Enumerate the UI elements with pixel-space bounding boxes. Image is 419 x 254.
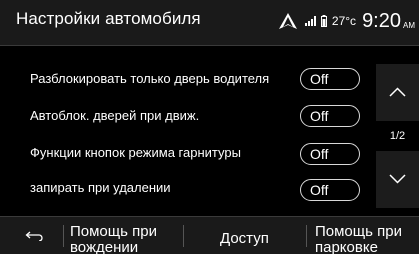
battery-icon (320, 15, 327, 27)
header-bar: Настройки автомобиля 27°c 9:20 AM (0, 0, 419, 46)
toggle-value: Off (310, 146, 329, 162)
toggle-headset-buttons[interactable]: Off (300, 143, 360, 165)
clock-time: 9:20 (362, 9, 401, 32)
toggle-auto-lock[interactable]: Off (300, 105, 360, 127)
divider (306, 225, 307, 247)
toggle-value: Off (310, 182, 329, 198)
driving-help-button[interactable]: Помощь при вождении (70, 224, 180, 254)
page-indicator: 1/2 (389, 130, 406, 142)
divider (63, 225, 64, 247)
status-area: 27°c 9:20 AM (278, 6, 415, 36)
clock-ampm: AM (403, 20, 415, 30)
divider (183, 225, 184, 247)
signal-strength-icon (304, 16, 316, 26)
settings-row-driver-door[interactable]: Разблокировать только дверь водителя Off (0, 60, 372, 98)
scroll-up-button[interactable] (376, 64, 419, 121)
settings-row-label: запирать при удалении (30, 180, 171, 195)
scroll-panel: 1/2 (376, 64, 419, 208)
settings-row-label: Автоблок. дверей при движ. (30, 108, 200, 123)
driving-help-label: Помощь при вождении (70, 224, 157, 254)
access-label: Доступ (220, 231, 269, 247)
chevron-up-icon (389, 87, 406, 97)
parking-help-button[interactable]: Помощь при парковке (315, 224, 419, 254)
toggle-value: Off (310, 108, 329, 124)
page-title: Настройки автомобиля (16, 9, 201, 28)
bottom-bar: Помощь при вождении Доступ Помощь при па… (0, 216, 419, 254)
settings-list: Разблокировать только дверь водителя Off… (0, 46, 372, 214)
chevron-down-icon (389, 174, 406, 184)
toggle-driver-door[interactable]: Off (300, 68, 360, 90)
settings-row-label: Разблокировать только дверь водителя (30, 71, 270, 86)
parking-help-label: Помощь при парковке (315, 224, 402, 254)
temperature-readout: 27°c (331, 14, 357, 28)
access-button[interactable]: Доступ (220, 231, 290, 254)
toggle-walk-away-lock[interactable]: Off (300, 179, 360, 201)
scroll-down-button[interactable] (376, 151, 419, 208)
settings-row-auto-lock[interactable]: Автоблок. дверей при движ. Off (0, 98, 372, 136)
back-button[interactable] (0, 217, 60, 254)
navigation-arrow-icon (278, 13, 297, 29)
back-arrow-icon (25, 231, 43, 241)
settings-row-headset-buttons[interactable]: Функции кнопок режима гарнитуры Off (0, 135, 372, 173)
settings-row-label: Функции кнопок режима гарнитуры (30, 145, 241, 160)
settings-row-walk-away-lock[interactable]: запирать при удалении Off (0, 171, 372, 209)
toggle-value: Off (310, 71, 329, 87)
